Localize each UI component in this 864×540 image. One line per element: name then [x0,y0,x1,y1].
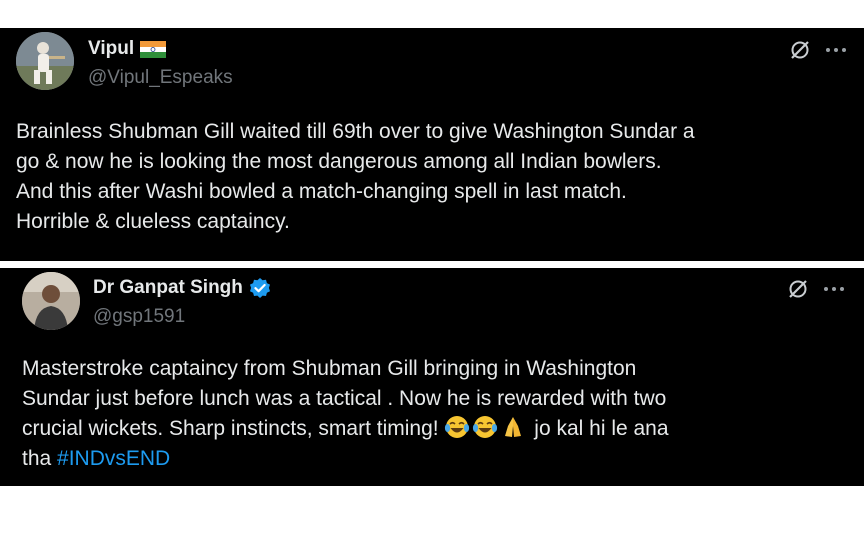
avatar[interactable] [22,272,80,330]
tweet-card[interactable]: Vipul @Vipul_Espeaks Brainless Shubman G… [0,28,864,261]
india-flag-icon [140,40,167,58]
tweet-text-segment: jo kal hi le ana [528,417,669,440]
avatar[interactable] [16,32,74,90]
folded-hands-icon [505,417,522,437]
tweet-card[interactable]: Dr Ganpat Singh @gsp1591 Masterstroke ca… [0,268,864,486]
user-handle[interactable]: @Vipul_Espeaks [88,67,233,89]
tweet-text: Masterstroke captaincy from Shubman Gill… [22,354,862,474]
tweet-text-segment: tha [22,447,58,470]
hashtag-link[interactable]: #INDvsEND [57,447,170,470]
tweet-text-line: And this after Washi bowled a match-chan… [16,180,627,203]
tweet-text-line: Masterstroke captaincy from Shubman Gill… [22,357,637,380]
face-with-tears-of-joy-icon [445,416,470,438]
tweet-text-line: go & now he is looking the most dangerou… [16,150,662,173]
grok-icon[interactable] [787,278,809,300]
face-with-tears-of-joy-icon [473,416,498,438]
tweet-text: Brainless Shubman Gill waited till 69th … [16,117,861,237]
display-name[interactable]: Dr Ganpat Singh [93,277,271,299]
tweet-text-line: Brainless Shubman Gill waited till 69th … [16,120,695,143]
display-name[interactable]: Vipul [88,38,167,60]
tweet-text-line: tha #INDvsEND [22,444,862,474]
tweet-text-line: crucial wickets. Sharp instincts, smart … [22,414,862,444]
verified-badge-icon [249,277,271,299]
more-options-icon[interactable] [825,39,849,61]
tweet-text-line: Horrible & clueless captaincy. [16,210,290,233]
tweet-text-segment: crucial wickets. Sharp instincts, smart … [22,417,445,440]
more-options-icon[interactable] [823,278,847,300]
grok-icon[interactable] [789,39,811,61]
display-name-text: Dr Ganpat Singh [93,277,243,298]
display-name-text: Vipul [88,38,135,59]
user-handle[interactable]: @gsp1591 [93,306,185,328]
avatar-image [22,272,80,330]
tweet-text-line: Sundar just before lunch was a tactical … [22,387,667,410]
avatar-image [16,32,74,90]
